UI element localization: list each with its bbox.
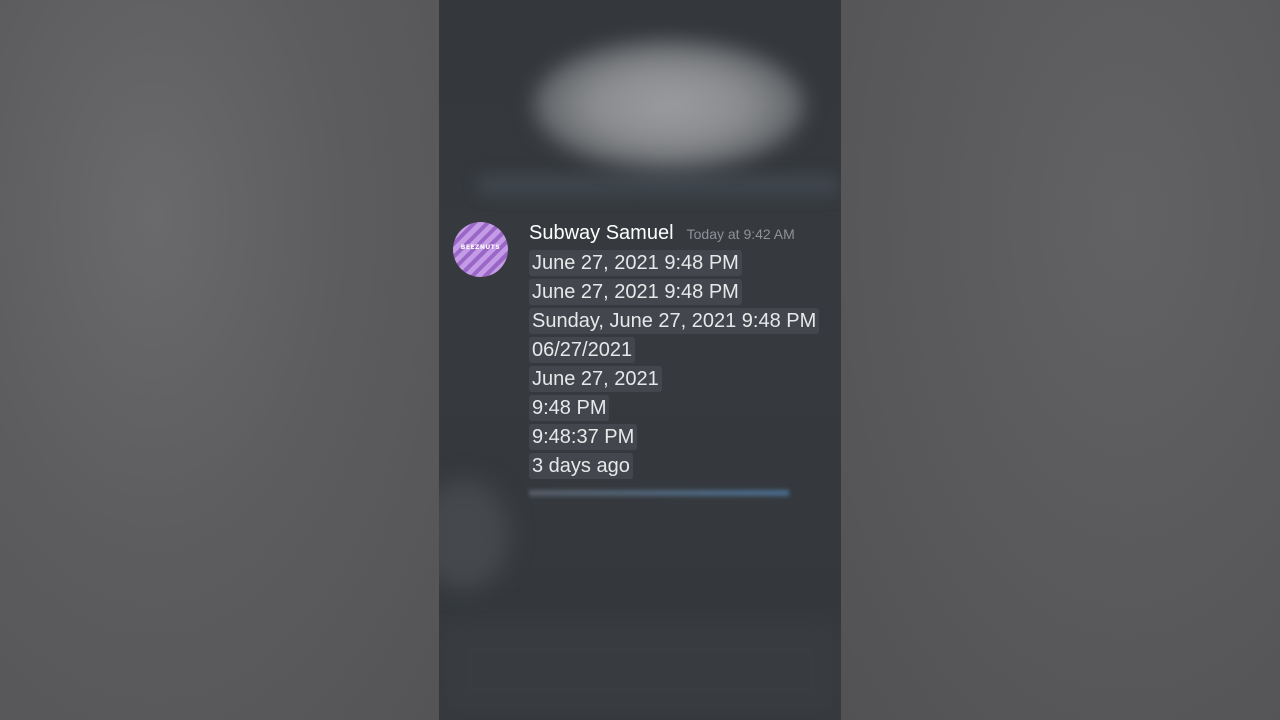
screen: BEEZNUTS Subway Samuel Today at 9:42 AM …: [0, 0, 1280, 720]
username[interactable]: Subway Samuel: [529, 222, 674, 244]
user-avatar[interactable]: BEEZNUTS: [453, 222, 508, 277]
timestamp-chip[interactable]: June 27, 2021 9:48 PM: [529, 250, 742, 276]
timestamp-list: June 27, 2021 9:48 PM June 27, 2021 9:48…: [529, 250, 829, 482]
timestamp-line: 9:48:37 PM: [529, 424, 829, 453]
timestamp-chip[interactable]: June 27, 2021: [529, 366, 662, 392]
blurred-previous-message: [534, 40, 804, 170]
message-content: Subway Samuel Today at 9:42 AM June 27, …: [529, 222, 829, 482]
blurred-footer: [439, 620, 841, 720]
timestamp-line: June 27, 2021: [529, 366, 829, 395]
timestamp-chip[interactable]: Sunday, June 27, 2021 9:48 PM: [529, 308, 820, 334]
timestamp-line: Sunday, June 27, 2021 9:48 PM: [529, 308, 829, 337]
blurred-avatar-below: [439, 480, 509, 590]
chat-panel: BEEZNUTS Subway Samuel Today at 9:42 AM …: [439, 0, 841, 720]
timestamp-line: 9:48 PM: [529, 395, 829, 424]
timestamp-line: 06/27/2021: [529, 337, 829, 366]
timestamp-chip[interactable]: 3 days ago: [529, 453, 633, 479]
timestamp-line: 3 days ago: [529, 453, 829, 482]
timestamp-chip[interactable]: 9:48:37 PM: [529, 424, 638, 450]
timestamp-chip[interactable]: June 27, 2021 9:48 PM: [529, 279, 742, 305]
message-timestamp: Today at 9:42 AM: [686, 226, 795, 242]
timestamp-line: June 27, 2021 9:48 PM: [529, 279, 829, 308]
timestamp-chip[interactable]: 06/27/2021: [529, 337, 636, 363]
blurred-background-right: [841, 0, 1280, 720]
blurred-background-left: [0, 0, 439, 720]
blurred-divider: [479, 175, 839, 195]
avatar-label: BEEZNUTS: [460, 244, 501, 251]
timestamp-line: June 27, 2021 9:48 PM: [529, 250, 829, 279]
message-header: Subway Samuel Today at 9:42 AM: [529, 222, 829, 250]
cropped-link-line: [529, 490, 789, 496]
timestamp-chip[interactable]: 9:48 PM: [529, 395, 610, 421]
